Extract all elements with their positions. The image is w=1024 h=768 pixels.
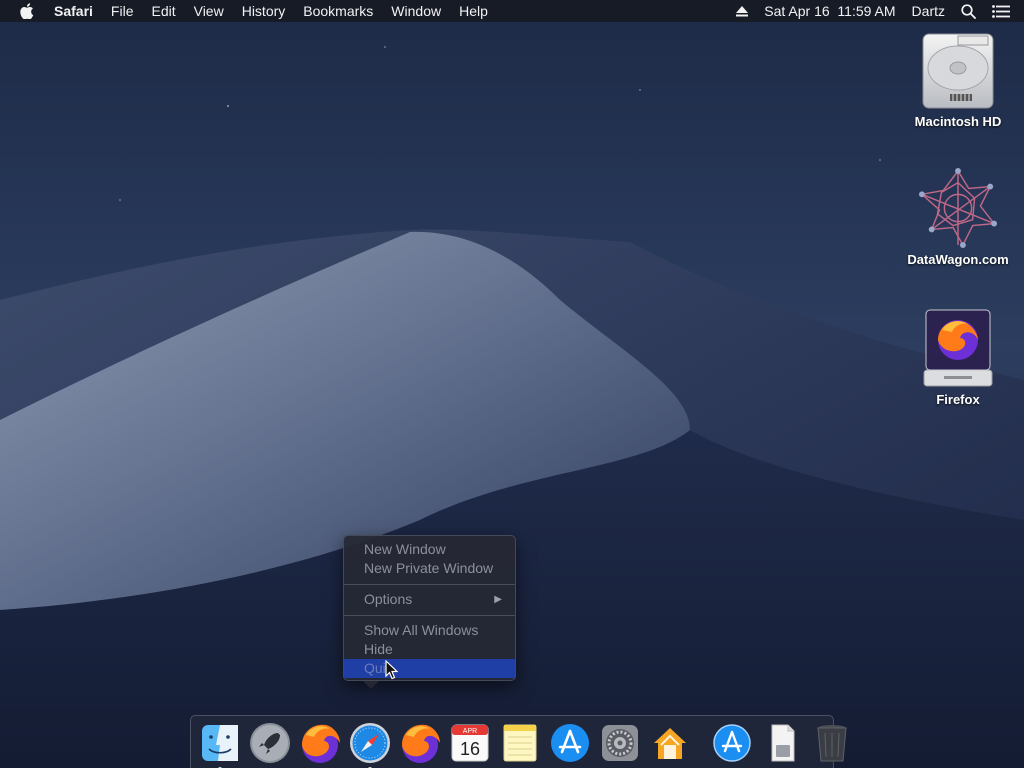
- menu-item-label: Show All Windows: [364, 622, 479, 638]
- firefox-icon: [302, 724, 340, 763]
- dock-item-home[interactable]: [648, 719, 692, 767]
- apple-menu[interactable]: [0, 0, 54, 22]
- desktop-icon-label: Macintosh HD: [914, 114, 1002, 129]
- dock: APR 16: [190, 715, 847, 768]
- menu-item-quit[interactable]: Quit: [344, 659, 515, 678]
- dock-context-menu: New Window New Private Window Options ▶ …: [343, 535, 516, 681]
- desktop-icon-label: DataWagon.com: [907, 252, 1009, 267]
- calendar-day: 16: [460, 739, 480, 759]
- eject-menu-extra[interactable]: [728, 0, 756, 22]
- applications-folder-icon: [713, 724, 751, 762]
- menu-history[interactable]: History: [233, 0, 295, 22]
- menu-item-label: Hide: [364, 641, 393, 657]
- dock-item-firefox-2[interactable]: [398, 719, 442, 767]
- dock-item-app-store[interactable]: [548, 719, 592, 767]
- calendar-icon: APR 16: [451, 724, 489, 762]
- spotlight-button[interactable]: [953, 0, 984, 22]
- menu-window[interactable]: Window: [382, 0, 450, 22]
- dock-item-system-preferences[interactable]: [598, 719, 642, 767]
- menu-separator: [344, 615, 515, 616]
- menu-item-new-window[interactable]: New Window: [344, 540, 515, 559]
- menu-item-new-private-window[interactable]: New Private Window: [344, 559, 515, 578]
- menu-bookmarks[interactable]: Bookmarks: [294, 0, 382, 22]
- menu-item-label: Options: [364, 591, 413, 607]
- user-name[interactable]: Dartz: [904, 0, 953, 22]
- menu-help[interactable]: Help: [450, 0, 497, 22]
- mouse-cursor-icon: [385, 660, 398, 680]
- notification-center-button[interactable]: [984, 0, 1024, 22]
- menu-pointer: [363, 681, 379, 689]
- dock-item-trash[interactable]: [810, 719, 854, 767]
- dock-item-documents[interactable]: [760, 719, 804, 767]
- menu-bar: Safari File Edit View History Bookmarks …: [0, 0, 1024, 22]
- network-share-icon: [918, 168, 998, 248]
- dock-item-safari[interactable]: [348, 719, 392, 768]
- dock-item-notes[interactable]: [498, 719, 542, 767]
- submenu-arrow-icon: ▶: [494, 594, 502, 605]
- dock-item-firefox[interactable]: [298, 719, 342, 767]
- home-icon: [654, 728, 686, 759]
- dock-item-calendar[interactable]: APR 16: [448, 719, 492, 767]
- system-preferences-icon: [602, 725, 638, 761]
- menu-item-hide[interactable]: Hide: [344, 640, 515, 659]
- hard-drive-icon: [922, 33, 994, 109]
- notification-center-icon: [992, 4, 1010, 18]
- spotlight-search-icon: [961, 3, 976, 19]
- menu-extras: Sat Apr 16 11:59 AM Dartz: [728, 0, 1024, 22]
- desktop-icon-label: Firefox: [936, 392, 980, 407]
- trash-icon: [817, 725, 847, 762]
- firefox-disk-icon: [923, 309, 993, 387]
- firefox-icon: [402, 724, 440, 763]
- notes-icon: [503, 724, 537, 762]
- dock-item-applications[interactable]: [710, 719, 754, 767]
- app-store-icon: [551, 724, 589, 762]
- menu-file[interactable]: File: [102, 0, 143, 22]
- menu-item-show-all-windows[interactable]: Show All Windows: [344, 621, 515, 640]
- desktop-icon-datawagon[interactable]: DataWagon.com: [903, 168, 1013, 267]
- dock-item-launchpad[interactable]: [248, 719, 292, 767]
- menu-app-name[interactable]: Safari: [54, 0, 102, 22]
- dock-item-finder[interactable]: [198, 719, 242, 768]
- finder-icon: [202, 725, 238, 761]
- apple-icon: [20, 3, 34, 19]
- launchpad-icon: [250, 723, 290, 763]
- document-stack-icon: [771, 724, 795, 762]
- calendar-month: APR: [463, 728, 477, 735]
- menu-item-options[interactable]: Options ▶: [344, 590, 515, 609]
- desktop-icon-macintosh-hd[interactable]: Macintosh HD: [903, 30, 1013, 129]
- menu-edit[interactable]: Edit: [142, 0, 184, 22]
- clock[interactable]: Sat Apr 16 11:59 AM: [756, 0, 903, 22]
- menu-separator: [344, 584, 515, 585]
- menu-view[interactable]: View: [185, 0, 233, 22]
- menu-item-label: New Private Window: [364, 560, 494, 576]
- eject-icon: [736, 5, 749, 16]
- safari-icon: [350, 723, 390, 763]
- desktop-icon-firefox[interactable]: Firefox: [903, 308, 1013, 407]
- menu-item-label: New Window: [364, 541, 446, 557]
